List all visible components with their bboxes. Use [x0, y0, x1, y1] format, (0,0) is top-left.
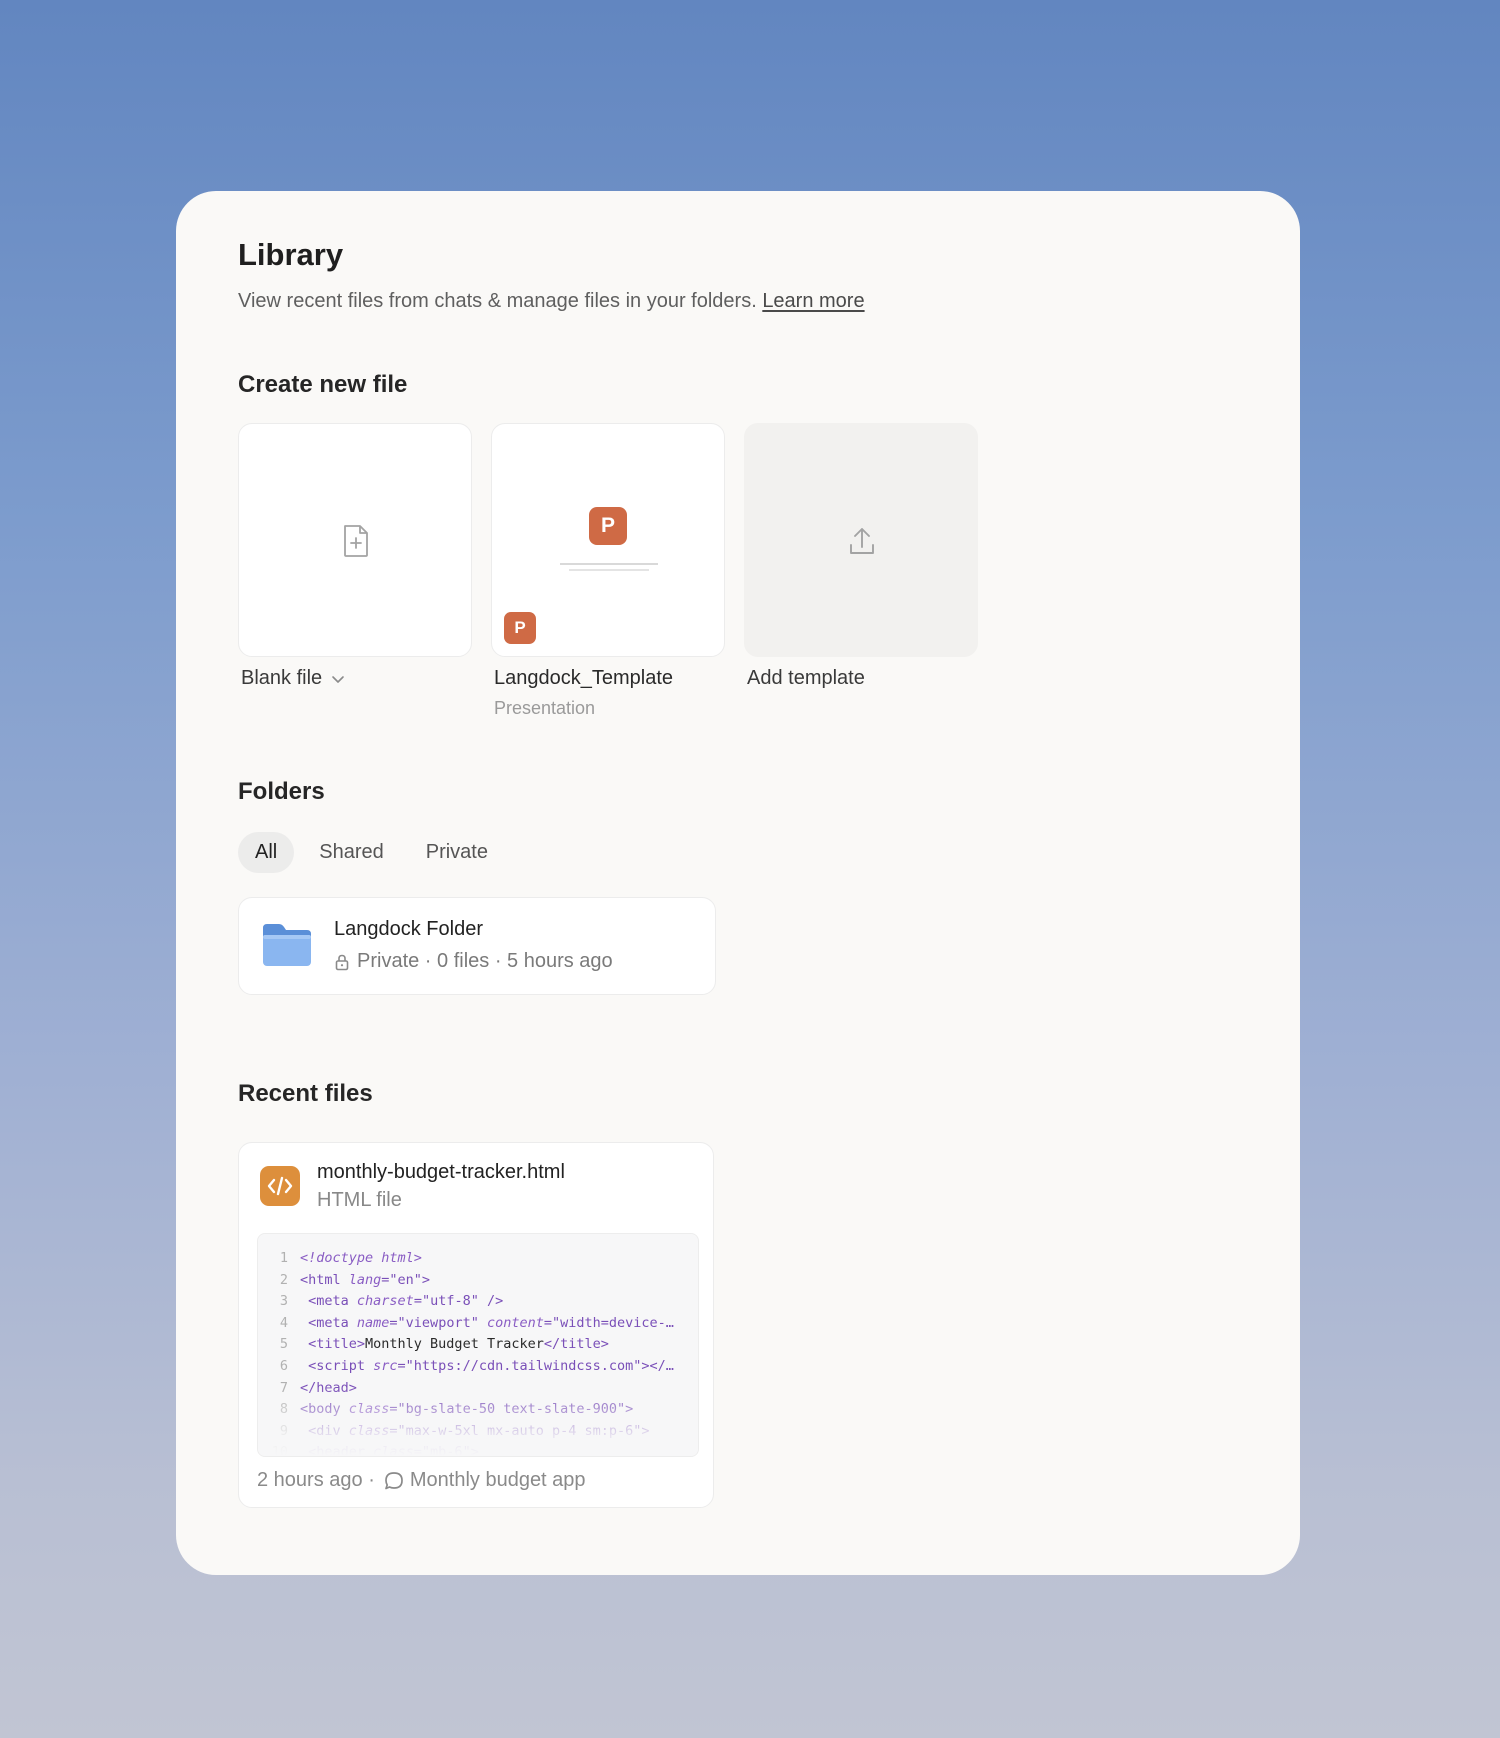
lock-icon	[335, 954, 349, 970]
code-line: 6 <script src="https://cdn.tailwindcss.c…	[279, 1357, 674, 1374]
folder-name: Langdock Folder	[334, 918, 483, 940]
create-new-file-heading: Create new file	[238, 371, 408, 398]
blank-file-label: Blank file	[241, 667, 323, 689]
tab-shared[interactable]: Shared	[302, 832, 401, 873]
blank-file-dropdown[interactable]: Blank file	[241, 667, 345, 690]
code-line: 1 <!doctype html>	[279, 1250, 422, 1266]
file-plus-icon	[344, 525, 368, 557]
tab-private[interactable]: Private	[409, 832, 505, 873]
chat-bubble-icon	[385, 1471, 403, 1489]
tab-all[interactable]: All	[238, 832, 295, 873]
blank-file-tile[interactable]	[238, 423, 472, 657]
preview-line	[560, 563, 658, 565]
learn-more-link[interactable]: Learn more	[762, 290, 864, 312]
code-line: 2 <html lang="en">	[279, 1271, 431, 1288]
folder-icon	[263, 924, 311, 966]
code-line: 3 <meta charset="utf-8" />	[279, 1293, 504, 1310]
library-panel: Library View recent files from chats & m…	[176, 191, 1300, 1575]
file-footer: 2 hours ago · Monthly budget app	[257, 1469, 586, 1492]
page-title: Library	[238, 237, 344, 272]
powerpoint-icon: P	[589, 507, 627, 545]
file-type: HTML file	[317, 1189, 402, 1211]
code-line: 4 <meta name="viewport" content="width=d…	[279, 1314, 674, 1331]
preview-line	[569, 569, 649, 571]
add-template-tile[interactable]	[744, 423, 978, 657]
powerpoint-badge-icon: P	[504, 612, 536, 644]
page-subtitle: View recent files from chats & manage fi…	[238, 290, 865, 313]
add-template-label[interactable]: Add template	[747, 667, 865, 690]
file-name: monthly-budget-tracker.html	[317, 1161, 565, 1183]
code-line: 5 <title>Monthly Budget Tracker</title>	[279, 1336, 609, 1353]
code-fade	[258, 1386, 698, 1456]
upload-icon	[850, 528, 874, 554]
folders-heading: Folders	[238, 778, 325, 805]
template-tile-langdock[interactable]: P P	[491, 423, 725, 657]
code-file-icon	[260, 1166, 300, 1206]
template-name[interactable]: Langdock_Template	[494, 667, 673, 690]
template-type: Presentation	[494, 698, 596, 718]
recent-files-heading: Recent files	[238, 1080, 373, 1107]
chevron-down-icon	[331, 675, 344, 683]
folder-meta-text: Private · 0 files · 5 hours ago	[357, 950, 613, 972]
recent-file-card[interactable]: monthly-budget-tracker.html HTML file 1 <…	[238, 1142, 714, 1508]
code-preview: 1 <!doctype html> 2 <html lang="en"> 3 <me…	[257, 1233, 699, 1457]
folder-meta: Private · 0 files · 5 hours ago	[334, 950, 613, 973]
file-chat-link[interactable]: Monthly budget app	[410, 1469, 586, 1492]
file-time: 2 hours ago ·	[257, 1469, 375, 1491]
subtitle-text: View recent files from chats & manage fi…	[238, 290, 757, 312]
folder-filter-tabs: All Shared Private	[238, 832, 505, 873]
folder-item-langdock[interactable]: Langdock Folder Private · 0 files · 5 ho…	[238, 897, 716, 995]
